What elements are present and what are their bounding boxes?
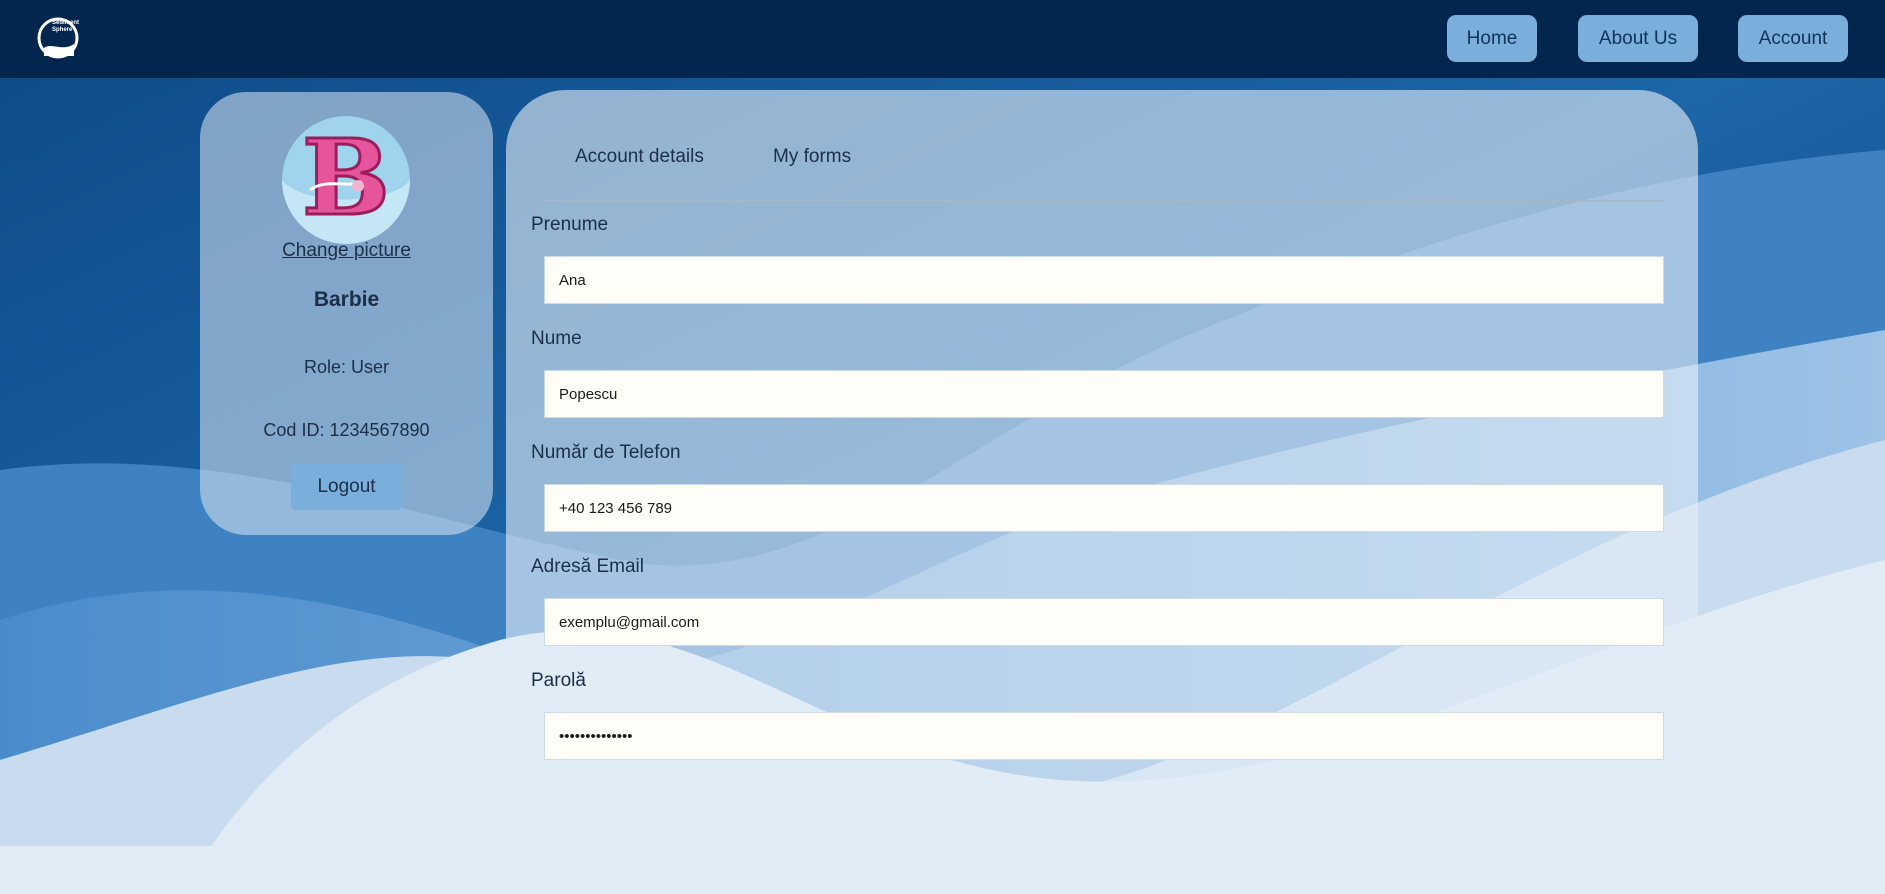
nume-label: Nume <box>531 328 582 349</box>
account-button[interactable]: Account <box>1738 15 1848 62</box>
change-picture-link[interactable]: Change picture <box>200 240 493 262</box>
phone-field[interactable] <box>544 484 1664 532</box>
email-label: Adresă Email <box>531 556 644 577</box>
logout-button[interactable]: Logout <box>291 464 402 510</box>
telefon-label: Număr de Telefon <box>531 442 681 463</box>
parola-label: Parolă <box>531 670 586 691</box>
user-cod-id: Cod ID: 1234567890 <box>263 420 430 440</box>
email-field[interactable] <box>544 598 1664 646</box>
username: Barbie <box>313 288 380 311</box>
tab-my-forms[interactable]: My forms <box>773 146 851 168</box>
password-field[interactable] <box>544 712 1664 760</box>
top-navbar: Sediment Sphere Home About Us Account <box>0 0 1885 78</box>
prenume-field[interactable] <box>544 256 1664 304</box>
prenume-label: Prenume <box>531 214 609 235</box>
barbie-logo-avatar-icon: B <box>282 116 410 244</box>
avatar[interactable]: B <box>282 116 410 244</box>
account-form-card: Account details My forms Prenume Nume Nu… <box>506 90 1698 835</box>
nume-field[interactable] <box>544 370 1664 418</box>
profile-card: B Change picture Barbie Role: User Cod I… <box>200 92 493 535</box>
logo-text: Sediment Sphere <box>52 20 80 33</box>
tab-account-details[interactable]: Account details <box>575 146 704 168</box>
footer-strip <box>0 846 1885 894</box>
tab-divider <box>544 200 1664 202</box>
svg-text:B: B <box>302 116 390 239</box>
user-role: Role: User <box>303 357 390 377</box>
about-us-button[interactable]: About Us <box>1578 15 1698 62</box>
home-button[interactable]: Home <box>1447 15 1537 62</box>
